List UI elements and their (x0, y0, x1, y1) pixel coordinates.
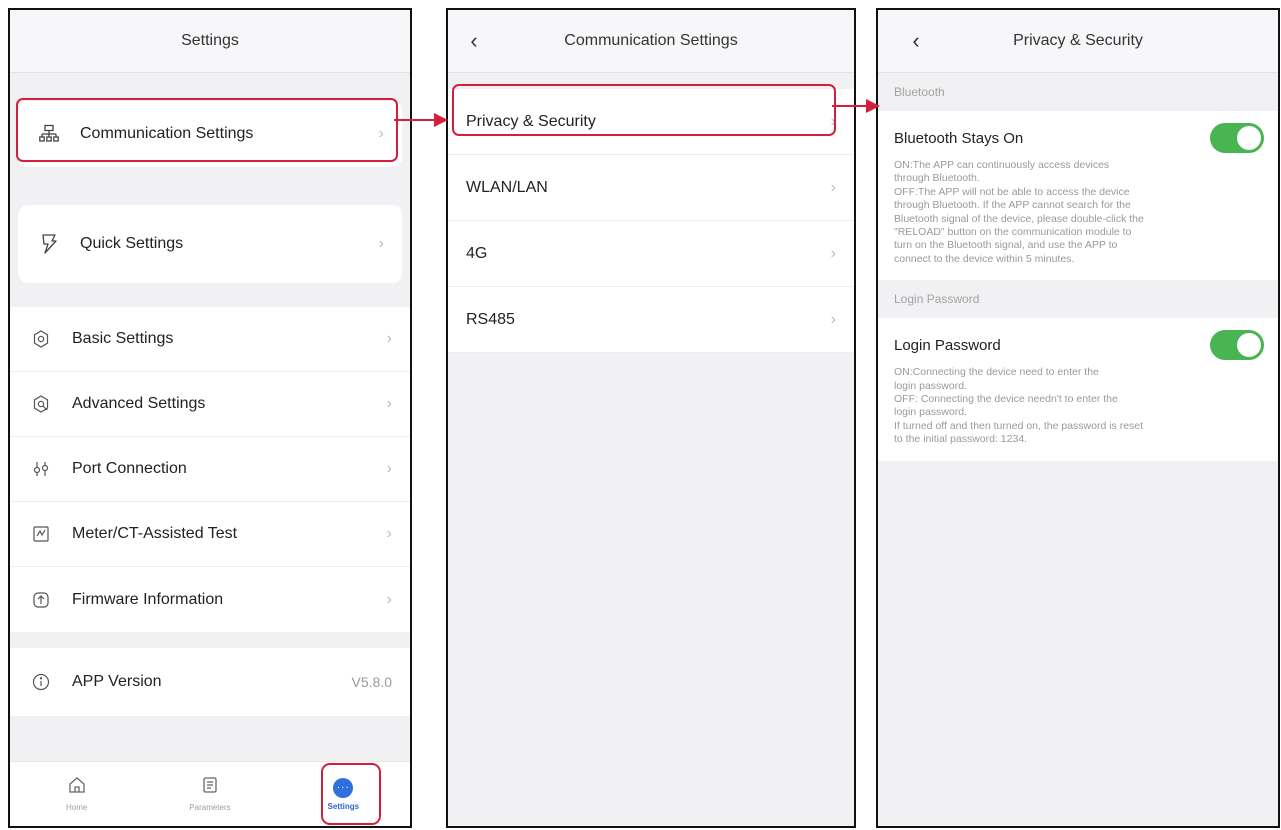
advanced-settings-item[interactable]: Advanced Settings › (10, 372, 410, 437)
bluetooth-toggle[interactable] (1210, 123, 1264, 153)
bluetooth-section-header: Bluetooth (894, 85, 945, 99)
back-icon[interactable]: ‹ (906, 28, 926, 54)
chevron-right-icon: › (830, 178, 836, 196)
tab-home[interactable]: Home (37, 776, 117, 812)
app-version-value: V5.8.0 (351, 674, 392, 690)
login-toggle-label: Login Password (894, 336, 1001, 354)
tab-settings[interactable]: ··· Settings (303, 777, 383, 811)
rs485-label: RS485 (466, 310, 515, 328)
firmware-upload-icon (28, 587, 54, 613)
chevron-right-icon: › (830, 244, 836, 262)
basic-settings-item[interactable]: Basic Settings › (10, 307, 410, 372)
tab-settings-label: Settings (327, 801, 360, 811)
chevron-right-icon: › (378, 125, 384, 142)
communication-header: ‹ Communication Settings (448, 10, 854, 73)
port-icon (28, 456, 54, 482)
bluetooth-description: ON:The APP can continuously access devic… (894, 159, 1144, 265)
quick-card: Quick Settings › (18, 205, 402, 283)
meter-ct-test-item[interactable]: Meter/CT-Assisted Test › (10, 502, 410, 567)
login-section-header: Login Password (894, 292, 980, 307)
chevron-right-icon: › (830, 112, 836, 130)
meter-ct-test-label: Meter/CT-Assisted Test (72, 525, 238, 542)
chevron-right-icon: › (386, 330, 392, 347)
chevron-right-icon: › (386, 590, 392, 608)
settings-menu: Basic Settings › Advanced Settings › Por… (10, 307, 410, 632)
toggle-knob (1237, 333, 1261, 358)
chevron-right-icon: › (386, 525, 392, 542)
settings-header: Settings (10, 10, 410, 73)
page-title: Privacy & Security (1013, 32, 1143, 49)
settings-dots-icon: ··· (333, 777, 354, 798)
port-connection-label: Port Connection (72, 460, 187, 477)
login-description: ON:Connecting the device need to enter t… (894, 366, 1144, 446)
tab-bar: Home Parameters ··· Settings (10, 761, 410, 826)
advanced-settings-label: Advanced Settings (72, 395, 206, 412)
bluetooth-toggle-label: Bluetooth Stays On (894, 129, 1024, 147)
wlan-lan-item[interactable]: WLAN/LAN › (448, 155, 854, 221)
communication-settings-label: Communication Settings (80, 125, 254, 142)
basic-settings-label: Basic Settings (72, 330, 174, 347)
tab-parameters-label: Parameters (189, 803, 231, 812)
app-version-label: APP Version (72, 673, 162, 690)
meter-test-icon (28, 521, 54, 547)
communication-card: Communication Settings › (18, 101, 402, 167)
toggle-knob (1237, 126, 1261, 150)
app-version-item: APP Version V5.8.0 (10, 648, 410, 716)
page-title: Settings (181, 32, 239, 49)
tab-home-label: Home (65, 803, 88, 812)
chevron-right-icon: › (830, 310, 836, 328)
login-card: Login Password ON:Connecting the device … (878, 318, 1278, 461)
chevron-right-icon: › (386, 460, 392, 477)
4g-item[interactable]: 4G › (448, 221, 854, 287)
chevron-right-icon: › (386, 395, 392, 412)
rs485-item[interactable]: RS485 › (448, 287, 854, 353)
parameters-icon (201, 776, 219, 799)
tab-parameters[interactable]: Parameters (170, 776, 250, 812)
wlan-lan-label: WLAN/LAN (466, 178, 548, 196)
bluetooth-card: Bluetooth Stays On ON:The APP can contin… (878, 111, 1278, 281)
privacy-security-label: Privacy & Security (466, 112, 596, 130)
privacy-security-item[interactable]: Privacy & Security › (448, 89, 854, 155)
firmware-information-label: Firmware Information (72, 590, 224, 608)
page-title: Communication Settings (564, 32, 738, 49)
home-icon (68, 776, 86, 799)
firmware-information-item[interactable]: Firmware Information › (10, 567, 410, 632)
communication-settings-screen: ‹ Communication Settings Privacy & Secur… (446, 8, 856, 828)
privacy-header: ‹ Privacy & Security (878, 10, 1278, 73)
quick-settings-item[interactable]: Quick Settings › (18, 205, 402, 283)
advanced-gear-icon (28, 391, 54, 417)
lightning-icon (36, 231, 62, 257)
info-icon (28, 669, 54, 695)
network-icon (36, 121, 62, 147)
login-toggle[interactable] (1210, 330, 1264, 361)
back-icon[interactable]: ‹ (464, 28, 484, 54)
settings-screen: Settings Communication Settings › Quick (8, 8, 412, 828)
communication-list: Privacy & Security › WLAN/LAN › 4G › RS4… (448, 89, 854, 353)
quick-settings-label: Quick Settings (80, 235, 184, 252)
communication-settings-item[interactable]: Communication Settings › (18, 101, 402, 167)
4g-label: 4G (466, 244, 488, 262)
gear-icon (28, 326, 54, 352)
chevron-right-icon: › (378, 235, 384, 252)
port-connection-item[interactable]: Port Connection › (10, 437, 410, 502)
privacy-security-screen: ‹ Privacy & Security Bluetooth Bluetooth… (876, 8, 1280, 828)
